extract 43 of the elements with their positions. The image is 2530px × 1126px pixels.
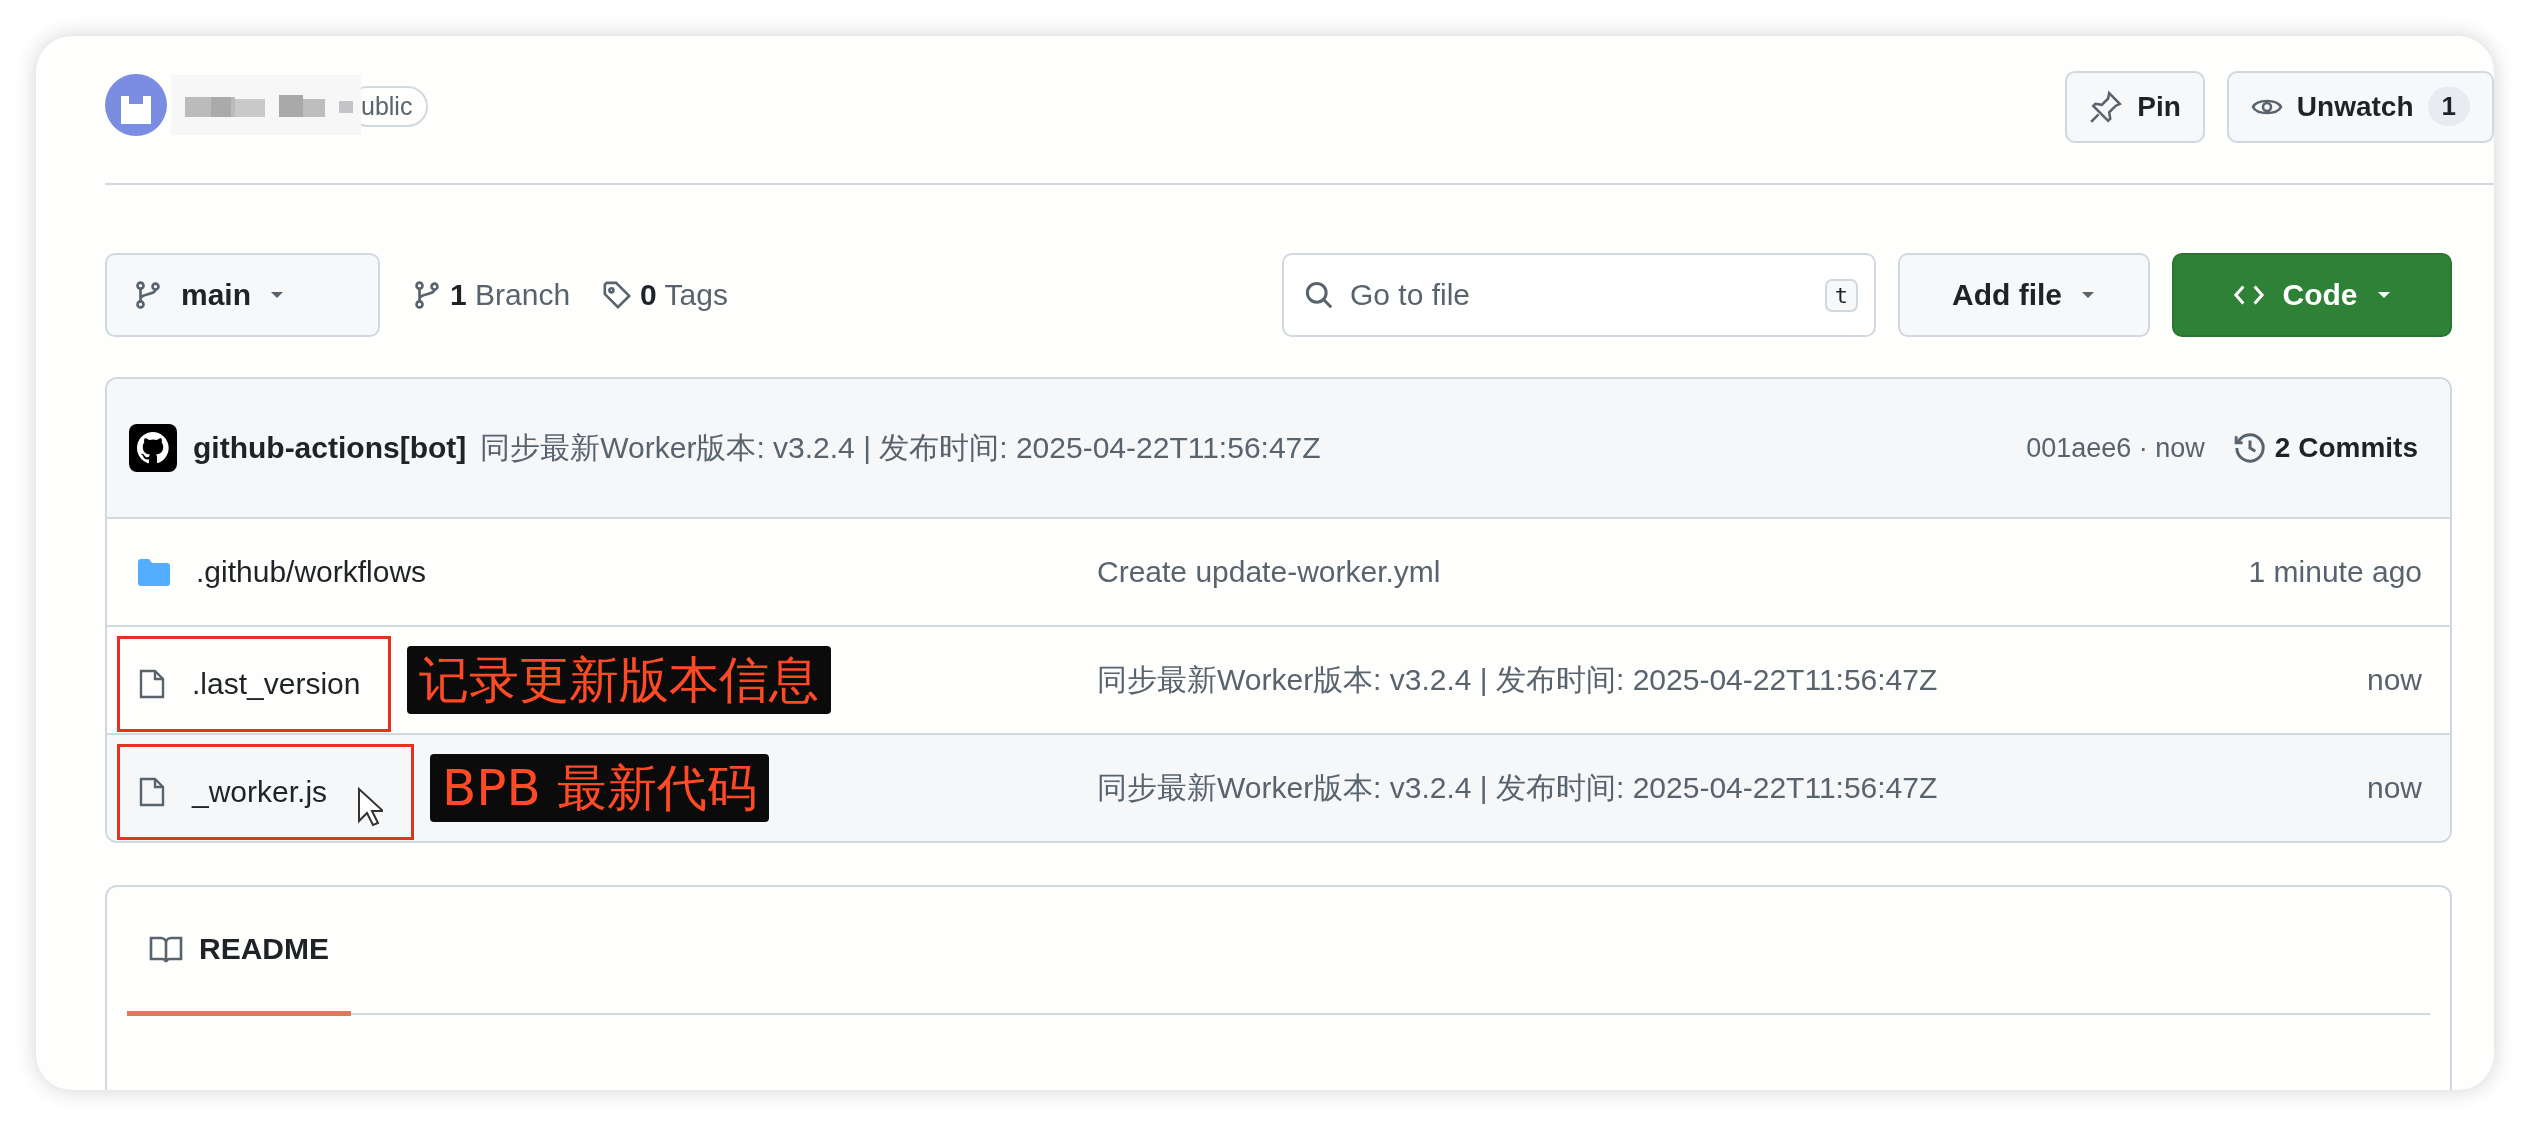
shortcut-key: t <box>1824 278 1858 312</box>
branch-icon <box>412 280 442 310</box>
book-icon <box>149 934 183 964</box>
search-icon <box>1304 280 1334 310</box>
commit-time: now <box>2366 663 2422 697</box>
count-badge: 1 <box>2427 87 2470 126</box>
commit-message-link[interactable]: Create update-worker.yml <box>1097 555 2249 589</box>
tags-link[interactable]: 0 Tags <box>640 278 728 312</box>
cursor-icon <box>357 787 384 827</box>
search-input[interactable]: Go to file <box>1348 277 1811 313</box>
watch-button[interactable]: Unwatch 1 <box>2226 70 2494 143</box>
commit-message[interactable]: 同步最新Worker版本: v3.2.4 | 发布时间: 2025-04-22T11:56:47Z <box>480 427 1321 469</box>
history-icon <box>2232 431 2267 465</box>
annotation-label: BPB 最新代码 <box>430 754 769 822</box>
commits-link[interactable]: 2 Commits <box>2274 432 2418 464</box>
pin-icon <box>2089 89 2124 124</box>
avatar-icon <box>105 73 167 136</box>
file-row[interactable]: _worker.js BPB 最新代码 同步最新Worker版本: v3.2.4 | 发布时间: 2025-04-22T11:56:47Z now <box>107 735 2450 841</box>
commit-message-link[interactable]: 同步最新Worker版本: v3.2.4 | 发布时间: 2025-04-22T11:56:47Z <box>1097 659 2367 701</box>
annotation-label: 记录更新版本信息 <box>407 646 832 714</box>
file-name-link[interactable]: .last_version <box>192 667 361 701</box>
commit-hash-time[interactable]: 001aee6 · now <box>2026 432 2205 464</box>
file-name-link[interactable]: _worker.js <box>192 775 328 809</box>
code-button[interactable]: Code <box>2172 253 2452 337</box>
search-field[interactable]: Go to file t <box>1282 253 1876 337</box>
commit-time: 1 minute ago <box>2248 555 2422 589</box>
caret-icon <box>269 290 286 300</box>
commit-message-link[interactable]: 同步最新Worker版本: v3.2.4 | 发布时间: 2025-04-22T11:56:47Z <box>1097 767 2367 809</box>
file-icon <box>138 776 166 808</box>
caret-icon <box>2080 290 2096 300</box>
commit-time: now <box>2366 771 2422 805</box>
pin-button[interactable]: Pin <box>2065 70 2205 143</box>
tag-icon <box>602 280 633 310</box>
file-icon <box>138 668 166 700</box>
branches-link[interactable]: 1 Branch <box>450 278 571 312</box>
add-file-button[interactable]: Add file <box>1898 253 2150 337</box>
branch-select[interactable]: main <box>105 253 380 337</box>
commit-author[interactable]: github-actions[bot] <box>193 431 467 465</box>
logo-icon <box>129 424 177 472</box>
readme-tab[interactable]: README <box>127 887 351 1016</box>
file-name-link[interactable]: .github/workflows <box>196 555 427 589</box>
folder-icon <box>138 558 170 586</box>
branch-icon <box>133 280 163 310</box>
